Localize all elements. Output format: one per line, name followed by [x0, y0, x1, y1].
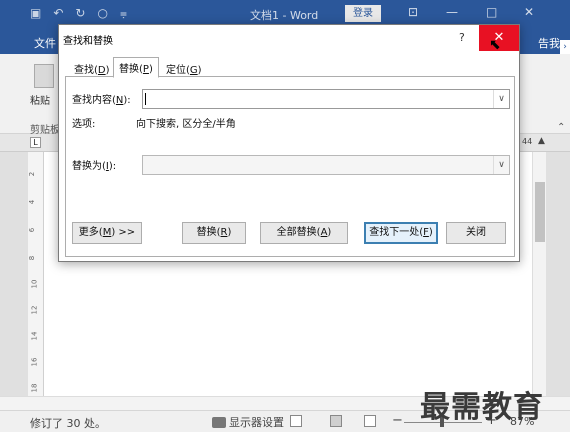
close-button[interactable]: 关闭	[446, 222, 506, 244]
vruler-number: 16	[30, 357, 39, 367]
more-button[interactable]: 更多(M) >>	[72, 222, 142, 244]
watermark-logo: 最需教育	[420, 390, 544, 425]
replace-with-label: 替换为(I):	[72, 161, 117, 172]
dialog-title: 查找和替换	[63, 36, 113, 47]
find-next-button[interactable]: 查找下一处(F)	[364, 222, 438, 244]
ruler-number: 44	[522, 137, 533, 146]
options-label: 选项:	[72, 119, 96, 130]
web-layout-icon[interactable]	[364, 415, 376, 427]
paste-label[interactable]: 粘贴	[30, 92, 50, 107]
dialog-tabs: 查找(D) 替换(P) 定位(G)	[65, 55, 515, 78]
help-button[interactable]: ?	[459, 31, 465, 44]
save-icon[interactable]: ▣	[30, 6, 41, 21]
vruler-number: 6	[28, 227, 37, 233]
redo-icon[interactable]: ↻	[75, 6, 85, 21]
window-close-button[interactable]: ✕	[524, 5, 534, 19]
chevron-down-icon[interactable]: ∨	[493, 156, 509, 174]
document-title: 文档1 - Word	[250, 9, 319, 22]
touch-mode-icon[interactable]: ○	[97, 6, 107, 21]
tab-tell-me[interactable]: 告我	[538, 35, 560, 51]
scroll-thumb[interactable]	[535, 182, 545, 242]
zoom-out-button[interactable]: −	[392, 413, 403, 428]
tab-goto[interactable]: 定位(G)	[161, 59, 207, 77]
vruler-number: 10	[30, 279, 39, 289]
minimize-button[interactable]: —	[446, 5, 458, 19]
tab-stop-selector[interactable]: L	[30, 137, 41, 148]
read-mode-icon[interactable]	[290, 415, 302, 427]
undo-icon[interactable]: ↶	[53, 6, 63, 21]
options-value: 向下搜索, 区分全/半角	[136, 119, 236, 130]
vruler-number: 14	[30, 331, 39, 341]
login-button[interactable]: 登录	[345, 5, 381, 22]
tab-file[interactable]: 文件	[34, 35, 56, 51]
customize-qat-icon[interactable]: ⩦	[120, 6, 127, 21]
vruler-number: 12	[30, 305, 39, 315]
vruler-number: 8	[28, 255, 37, 261]
collapse-ribbon-icon[interactable]: ⌃	[557, 122, 565, 133]
replace-button[interactable]: 替换(R)	[182, 222, 246, 244]
vertical-ruler: 2 4 6 8 10 12 14 16 18	[28, 152, 44, 410]
vruler-number: 18	[30, 383, 39, 393]
vruler-number: 4	[28, 199, 37, 205]
find-replace-dialog: 查找和替换 ? ✕ ⬉ 查找(D) 替换(P) 定位(G) 查找内容(N): ∨…	[58, 24, 520, 262]
replace-with-input[interactable]: ∨	[142, 155, 510, 175]
revision-count[interactable]: 修订了 30 处。	[30, 415, 106, 431]
restore-button[interactable]: □	[486, 5, 497, 19]
replace-all-button[interactable]: 全部替换(A)	[260, 222, 348, 244]
print-layout-icon[interactable]	[330, 415, 342, 427]
scroll-up-icon[interactable]: ▲	[538, 136, 545, 146]
vertical-scrollbar[interactable]	[532, 152, 546, 410]
chevron-right-icon[interactable]: ›	[560, 40, 570, 54]
monitor-icon	[212, 416, 226, 428]
bottom-margin	[0, 432, 570, 442]
display-settings[interactable]: 显示器设置	[212, 414, 284, 430]
vruler-number: 2	[28, 171, 37, 177]
find-what-input[interactable]: ∨	[142, 89, 510, 109]
tab-replace[interactable]: 替换(P)	[113, 57, 159, 78]
chevron-down-icon[interactable]: ∨	[493, 90, 509, 108]
mouse-pointer-icon: ⬉	[489, 37, 501, 53]
text-caret	[145, 93, 146, 105]
replace-panel: 查找内容(N): ∨ 选项: 向下搜索, 区分全/半角 替换为(I): ∨ 更多…	[65, 77, 515, 257]
paste-icon[interactable]	[34, 64, 54, 88]
quick-access-toolbar: ▣ ↶ ↻ ○ ⩦	[30, 6, 127, 21]
tab-find[interactable]: 查找(D)	[69, 59, 115, 77]
ribbon-display-icon[interactable]: ⊡	[408, 5, 418, 19]
display-settings-label: 显示器设置	[229, 416, 284, 429]
find-what-label: 查找内容(N):	[72, 95, 131, 106]
